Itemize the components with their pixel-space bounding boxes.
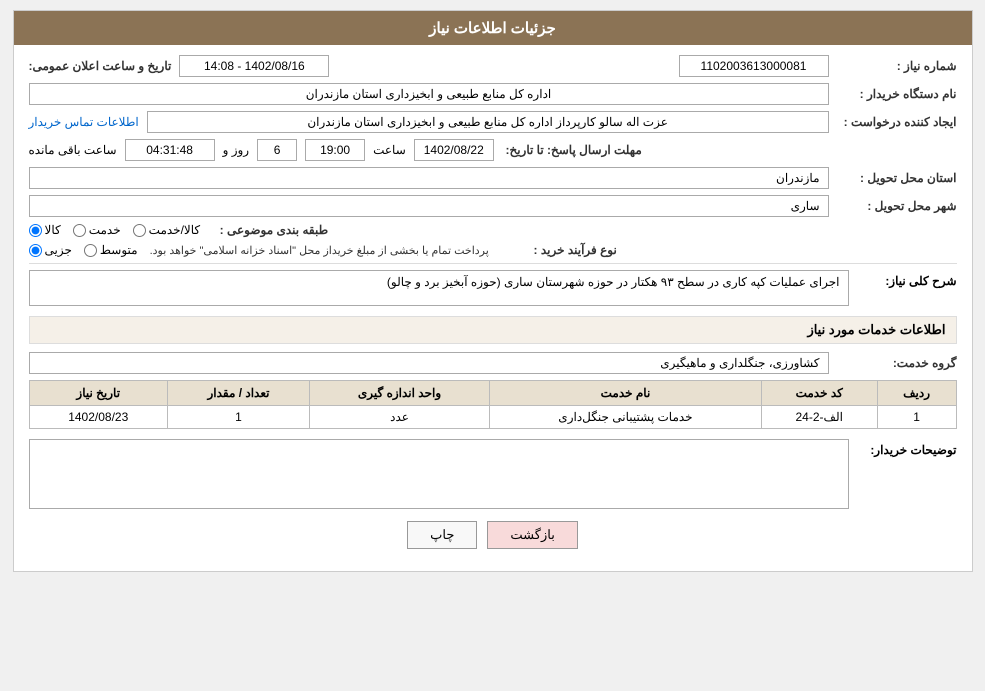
radio-service[interactable]: خدمت	[73, 223, 121, 237]
deadline-label: مهلت ارسال پاسخ: تا تاریخ:	[502, 143, 642, 157]
category-radio-group: کالا/خدمت خدمت کالا	[29, 223, 201, 237]
radio-goods-service[interactable]: کالا/خدمت	[133, 223, 200, 237]
days-label: روز و	[223, 143, 250, 157]
buyer-org-row: نام دستگاه خریدار : اداره کل منابع طبیعی…	[29, 83, 957, 105]
cell-name: خدمات پشتیبانی جنگل‌داری	[490, 406, 762, 429]
request-number-value: 1102003613000081	[679, 55, 829, 77]
cell-code: الف-2-24	[761, 406, 877, 429]
table-header-row: ردیف کد خدمت نام خدمت واحد اندازه گیری ت…	[29, 381, 956, 406]
radio-partial[interactable]: جزیی	[29, 243, 72, 257]
deadline-days: 6	[257, 139, 297, 161]
description-value: اجرای عملیات کپه کاری در سطح ۹۳ هکتار در…	[29, 270, 849, 306]
services-section-title: اطلاعات خدمات مورد نیاز	[29, 316, 957, 344]
buyer-notes-input[interactable]	[29, 439, 849, 509]
col-date: تاریخ نیاز	[29, 381, 167, 406]
print-button[interactable]: چاپ	[407, 521, 477, 549]
description-row: شرح کلی نیاز: اجرای عملیات کپه کاری در س…	[29, 270, 957, 306]
request-number-label: شماره نیاز :	[837, 59, 957, 73]
province-value: مازندران	[29, 167, 829, 189]
radio-goods[interactable]: کالا	[29, 223, 61, 237]
time-label: ساعت	[373, 143, 406, 157]
purchase-type-label: نوع فرآیند خرید :	[497, 243, 617, 257]
creator-row: ایجاد کننده درخواست : عزت اله سالو کارپر…	[29, 111, 957, 133]
cell-index: 1	[877, 406, 956, 429]
services-table: ردیف کد خدمت نام خدمت واحد اندازه گیری ت…	[29, 380, 957, 429]
remaining-label: ساعت باقی مانده	[29, 143, 117, 157]
deadline-remaining: 04:31:48	[125, 139, 215, 161]
service-group-row: گروه خدمت: کشاورزی، جنگلداری و ماهیگیری	[29, 352, 957, 374]
purchase-note: پرداخت تمام یا بخشی از مبلغ خریداز محل "…	[150, 244, 489, 257]
service-group-label: گروه خدمت:	[837, 356, 957, 370]
buyer-notes-label: توضیحات خریدار:	[857, 439, 957, 457]
city-row: شهر محل تحویل : ساری	[29, 195, 957, 217]
col-code: کد خدمت	[761, 381, 877, 406]
request-number-row: شماره نیاز : 1102003613000081 1402/08/16…	[29, 55, 957, 77]
table-row: 1الف-2-24خدمات پشتیبانی جنگل‌داریعدد1140…	[29, 406, 956, 429]
cell-unit: عدد	[309, 406, 489, 429]
city-value: ساری	[29, 195, 829, 217]
deadline-time: 19:00	[305, 139, 365, 161]
buyer-notes-row: توضیحات خریدار:	[29, 439, 957, 509]
category-row: طبقه بندی موضوعی : کالا/خدمت خدمت کالا	[29, 223, 957, 237]
deadline-date: 1402/08/22	[414, 139, 494, 161]
col-name: نام خدمت	[490, 381, 762, 406]
purchase-type-radio-group: پرداخت تمام یا بخشی از مبلغ خریداز محل "…	[29, 243, 489, 257]
cell-quantity: 1	[167, 406, 309, 429]
page-header: جزئیات اطلاعات نیاز	[14, 11, 972, 45]
col-quantity: تعداد / مقدار	[167, 381, 309, 406]
announce-date-label: تاریخ و ساعت اعلان عمومی:	[29, 59, 172, 73]
buyer-org-value: اداره کل منابع طبیعی و ابخیزداری استان م…	[29, 83, 829, 105]
header-title: جزئیات اطلاعات نیاز	[429, 20, 556, 37]
button-row: بازگشت چاپ	[29, 521, 957, 549]
city-label: شهر محل تحویل :	[837, 199, 957, 213]
contact-link[interactable]: اطلاعات تماس خریدار	[29, 115, 139, 129]
purchase-type-row: نوع فرآیند خرید : پرداخت تمام یا بخشی از…	[29, 243, 957, 257]
col-unit: واحد اندازه گیری	[309, 381, 489, 406]
creator-value: عزت اله سالو کارپرداز اداره کل منابع طبی…	[147, 111, 829, 133]
category-label: طبقه بندی موضوعی :	[208, 223, 328, 237]
announce-date-value: 1402/08/16 - 14:08	[179, 55, 329, 77]
col-index: ردیف	[877, 381, 956, 406]
province-row: استان محل تحویل : مازندران	[29, 167, 957, 189]
province-label: استان محل تحویل :	[837, 171, 957, 185]
back-button[interactable]: بازگشت	[487, 521, 577, 549]
creator-label: ایجاد کننده درخواست :	[837, 115, 957, 129]
deadline-row: مهلت ارسال پاسخ: تا تاریخ: 1402/08/22 سا…	[29, 139, 957, 161]
radio-medium[interactable]: متوسط	[84, 243, 138, 257]
description-label: شرح کلی نیاز:	[857, 270, 957, 288]
cell-date: 1402/08/23	[29, 406, 167, 429]
service-group-value: کشاورزی، جنگلداری و ماهیگیری	[29, 352, 829, 374]
buyer-org-label: نام دستگاه خریدار :	[837, 87, 957, 101]
